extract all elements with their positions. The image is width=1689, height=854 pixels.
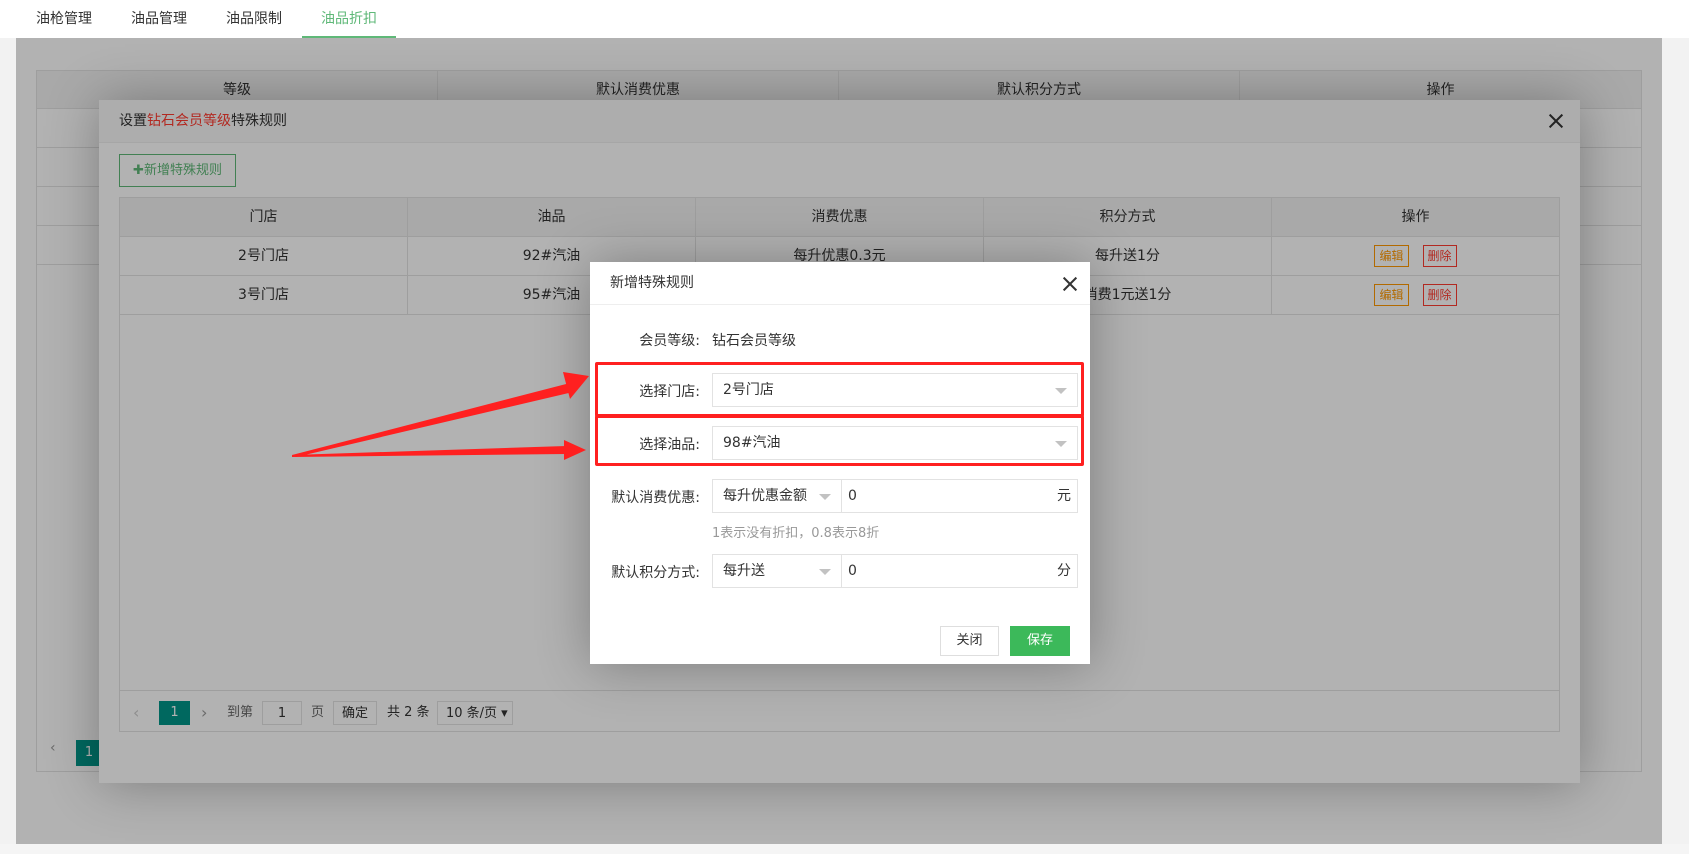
points-unit: 分	[1057, 563, 1071, 579]
discount-label: 默认消费优惠:	[611, 490, 700, 506]
highlight-box-oil	[595, 415, 1084, 466]
page-bottom-bar	[0, 844, 1689, 854]
chevron-down-icon	[819, 569, 831, 575]
discount-hint: 1表示没有折扣，0.8表示8折	[712, 526, 880, 541]
dialog-title: 新增特殊规则	[590, 262, 1090, 305]
points-value: 0	[848, 563, 857, 579]
points-type-value: 每升送	[723, 563, 765, 579]
tab-oil-management[interactable]: 油品管理	[117, 0, 201, 38]
chevron-down-icon	[819, 494, 831, 500]
highlight-box-store	[595, 362, 1084, 417]
close-icon[interactable]	[1062, 276, 1078, 292]
points-type-select[interactable]: 每升送	[712, 554, 842, 588]
discount-type-select[interactable]: 每升优惠金额	[712, 479, 842, 513]
discount-value: 0	[848, 488, 857, 504]
add-special-rule-dialog: 新增特殊规则 会员等级: 钻石会员等级 选择门店: 2号门店 选择油品: 98#…	[590, 262, 1090, 664]
tab-oil-discount[interactable]: 油品折扣	[302, 0, 396, 38]
close-button[interactable]: 关闭	[940, 626, 999, 656]
points-label: 默认积分方式:	[611, 565, 700, 581]
discount-value-input[interactable]: 0 元	[841, 479, 1078, 513]
discount-type-value: 每升优惠金额	[723, 488, 807, 504]
discount-unit: 元	[1057, 488, 1071, 504]
member-level-label: 会员等级:	[639, 333, 700, 349]
save-button[interactable]: 保存	[1010, 626, 1070, 656]
tab-oil-limit[interactable]: 油品限制	[212, 0, 296, 38]
member-level-value: 钻石会员等级	[712, 333, 796, 349]
top-tab-bar: 油枪管理 油品管理 油品限制 油品折扣	[0, 0, 1689, 38]
tab-nozzle-management[interactable]: 油枪管理	[22, 0, 106, 38]
points-value-input[interactable]: 0 分	[841, 554, 1078, 588]
